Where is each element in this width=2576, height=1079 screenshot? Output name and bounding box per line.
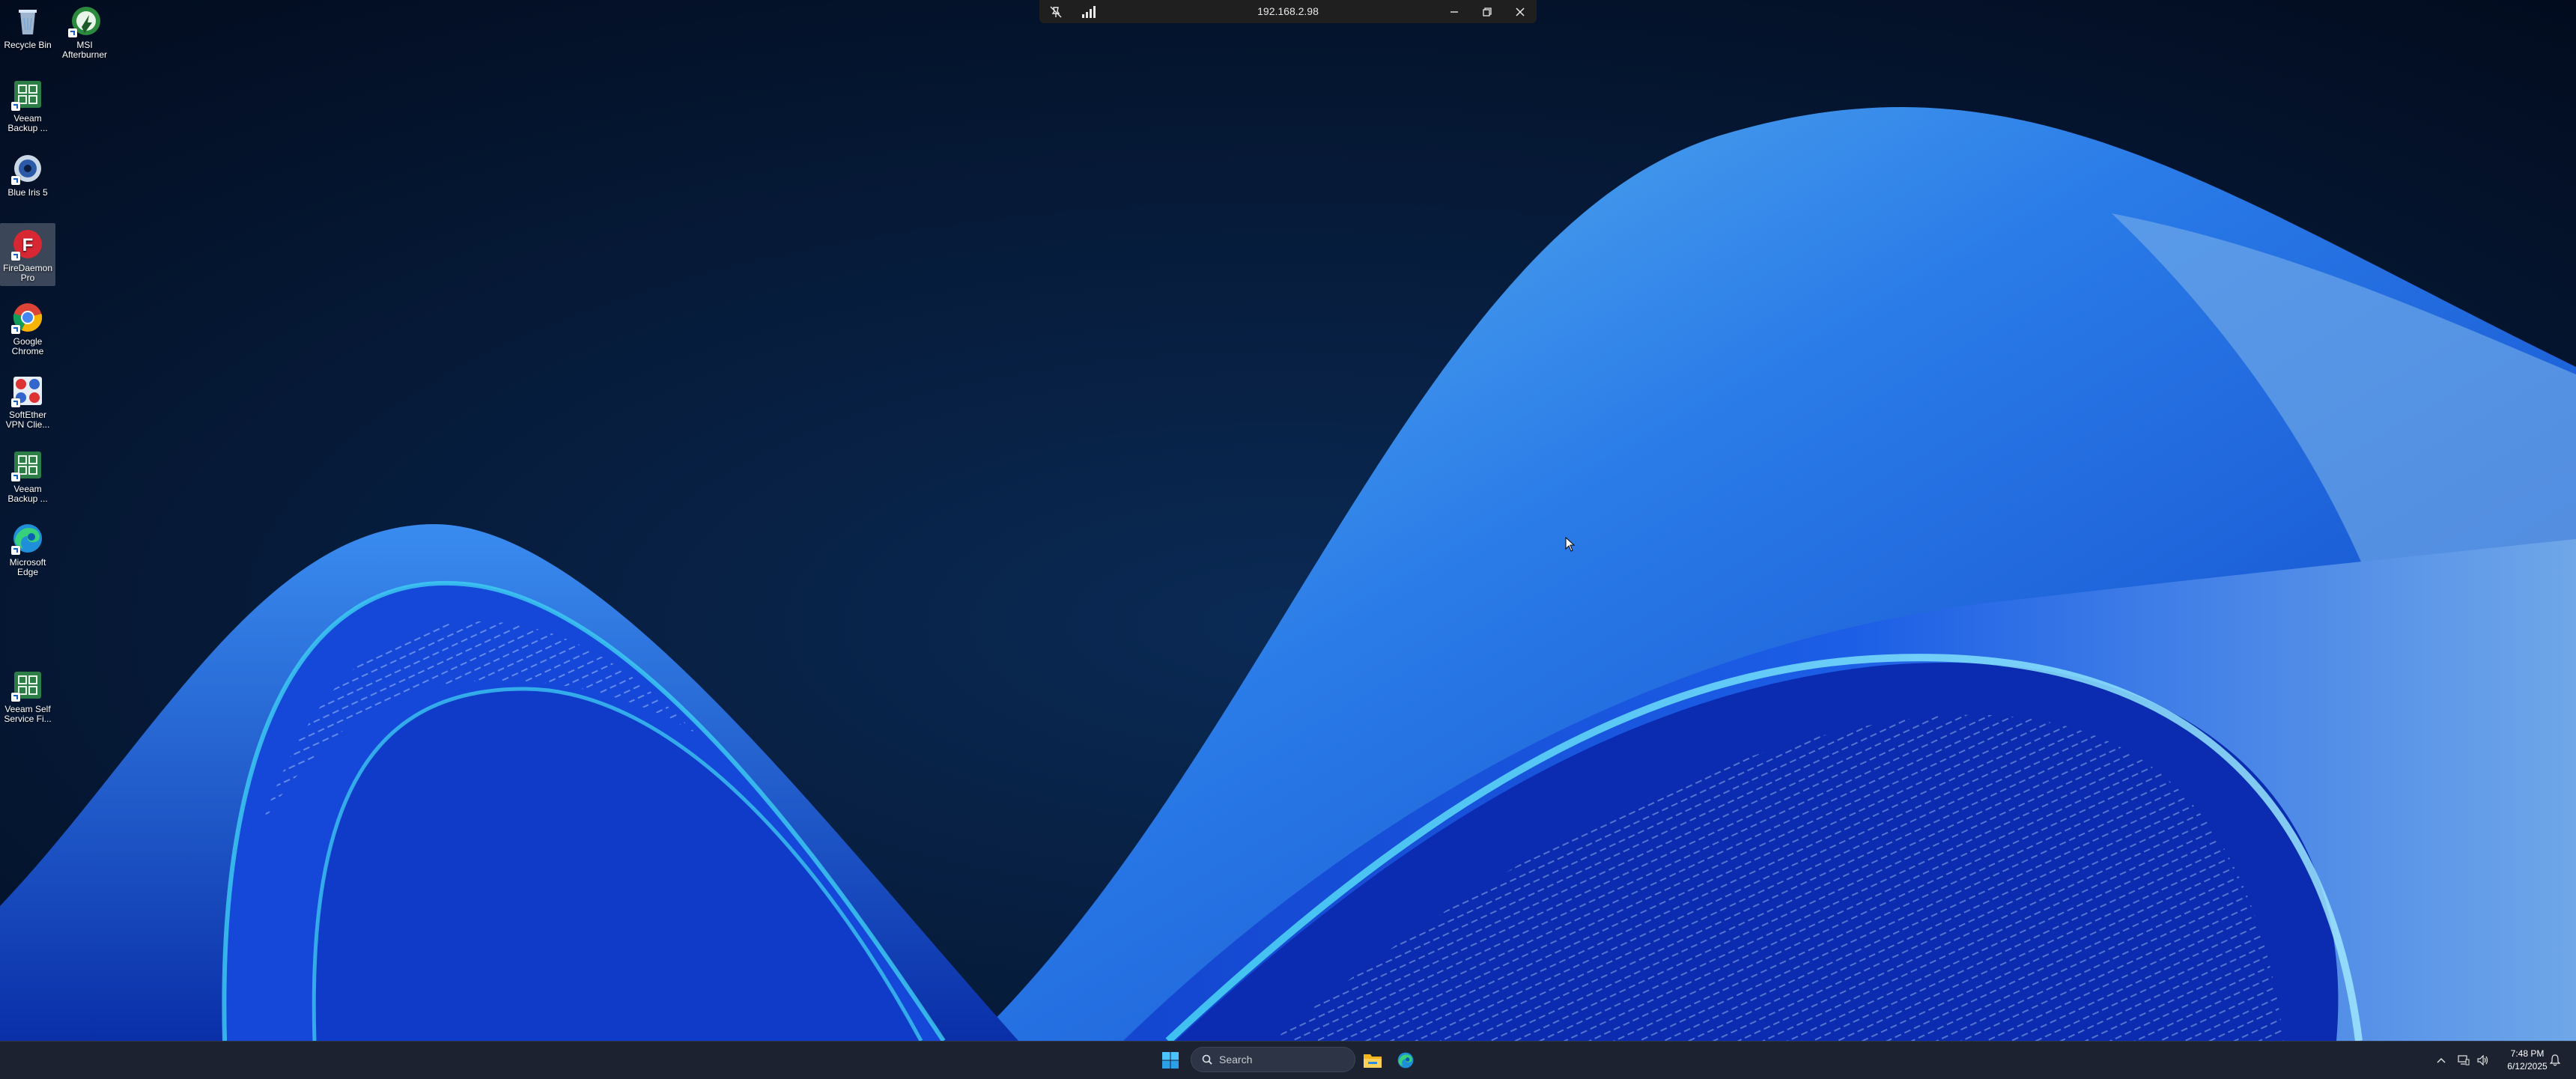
firedaemon-icon: F bbox=[11, 228, 44, 261]
veeam-icon bbox=[11, 78, 44, 111]
mouse-cursor-icon bbox=[1565, 537, 1576, 552]
taskbar-edge[interactable] bbox=[1391, 1045, 1421, 1075]
desktop-icon-microsoft-edge[interactable]: Microsoft Edge bbox=[0, 517, 55, 577]
desktop-icon-veeam-backup-2[interactable]: Veeam Backup ... bbox=[0, 444, 55, 504]
veeam-icon bbox=[11, 669, 44, 702]
shortcut-arrow-icon bbox=[11, 102, 20, 111]
shortcut-arrow-icon bbox=[11, 472, 20, 481]
desktop-icon-firedaemon-pro[interactable]: F FireDaemon Pro bbox=[0, 223, 55, 286]
edge-icon bbox=[1397, 1052, 1414, 1069]
restore-icon bbox=[1483, 7, 1492, 16]
chevron-up-icon bbox=[2437, 1058, 2446, 1063]
desktop-icon-veeam-backup-1[interactable]: Veeam Backup ... bbox=[0, 73, 55, 133]
veeam-icon bbox=[11, 449, 44, 481]
start-icon bbox=[1162, 1052, 1179, 1069]
shortcut-arrow-icon bbox=[11, 546, 20, 555]
desktop-icon-msi-afterburner[interactable]: MSI Afterburner bbox=[57, 0, 112, 60]
desktop-icon-softether-vpn[interactable]: SoftEther VPN Clie... bbox=[0, 370, 55, 430]
notifications-button[interactable] bbox=[2546, 1051, 2564, 1069]
show-hidden-icons-button[interactable] bbox=[2432, 1051, 2450, 1069]
desktop-icon-blue-iris[interactable]: Blue Iris 5 bbox=[0, 148, 55, 198]
close-icon bbox=[1516, 7, 1525, 16]
desktop-wallpaper bbox=[0, 0, 2576, 1041]
taskbar: Search 7:48 PM 6/12/2025 bbox=[0, 1041, 2576, 1079]
minimize-icon bbox=[1450, 10, 1458, 13]
shortcut-arrow-icon bbox=[11, 693, 20, 702]
softether-icon bbox=[11, 374, 44, 407]
shortcut-arrow-icon bbox=[11, 252, 20, 261]
start-button[interactable] bbox=[1155, 1045, 1185, 1075]
shortcut-arrow-icon bbox=[11, 325, 20, 334]
search-placeholder: Search bbox=[1219, 1054, 1253, 1066]
msi-afterburner-icon bbox=[68, 4, 101, 37]
bell-icon bbox=[2550, 1054, 2560, 1066]
svg-text:F: F bbox=[22, 235, 34, 255]
volume-tray-button[interactable] bbox=[2474, 1051, 2492, 1069]
network-icon bbox=[2458, 1055, 2470, 1066]
speaker-icon bbox=[2477, 1055, 2488, 1066]
network-tray-button[interactable] bbox=[2455, 1051, 2473, 1069]
recycle-bin-icon bbox=[11, 4, 44, 37]
shortcut-arrow-icon bbox=[68, 28, 77, 37]
taskbar-search-box[interactable]: Search bbox=[1191, 1047, 1355, 1072]
edge-icon bbox=[11, 522, 44, 555]
desktop-icon-veeam-self-service[interactable]: Veeam Self Service Fi... bbox=[0, 664, 55, 724]
shortcut-arrow-icon bbox=[11, 176, 20, 185]
restore-button[interactable] bbox=[1471, 0, 1504, 23]
close-button[interactable] bbox=[1504, 0, 1537, 23]
file-explorer-icon bbox=[1364, 1054, 1382, 1068]
remote-desktop-bar: 192.168.2.98 bbox=[1039, 0, 1537, 23]
shortcut-arrow-icon bbox=[11, 398, 20, 407]
desktop-icon-recycle-bin[interactable]: Recycle Bin bbox=[0, 0, 55, 50]
taskbar-file-explorer[interactable] bbox=[1358, 1045, 1388, 1075]
minimize-button[interactable] bbox=[1438, 0, 1471, 23]
search-icon bbox=[1202, 1054, 1212, 1065]
chrome-icon bbox=[11, 301, 44, 334]
blue-iris-icon bbox=[11, 152, 44, 185]
desktop-icon-google-chrome[interactable]: Google Chrome bbox=[0, 297, 55, 356]
